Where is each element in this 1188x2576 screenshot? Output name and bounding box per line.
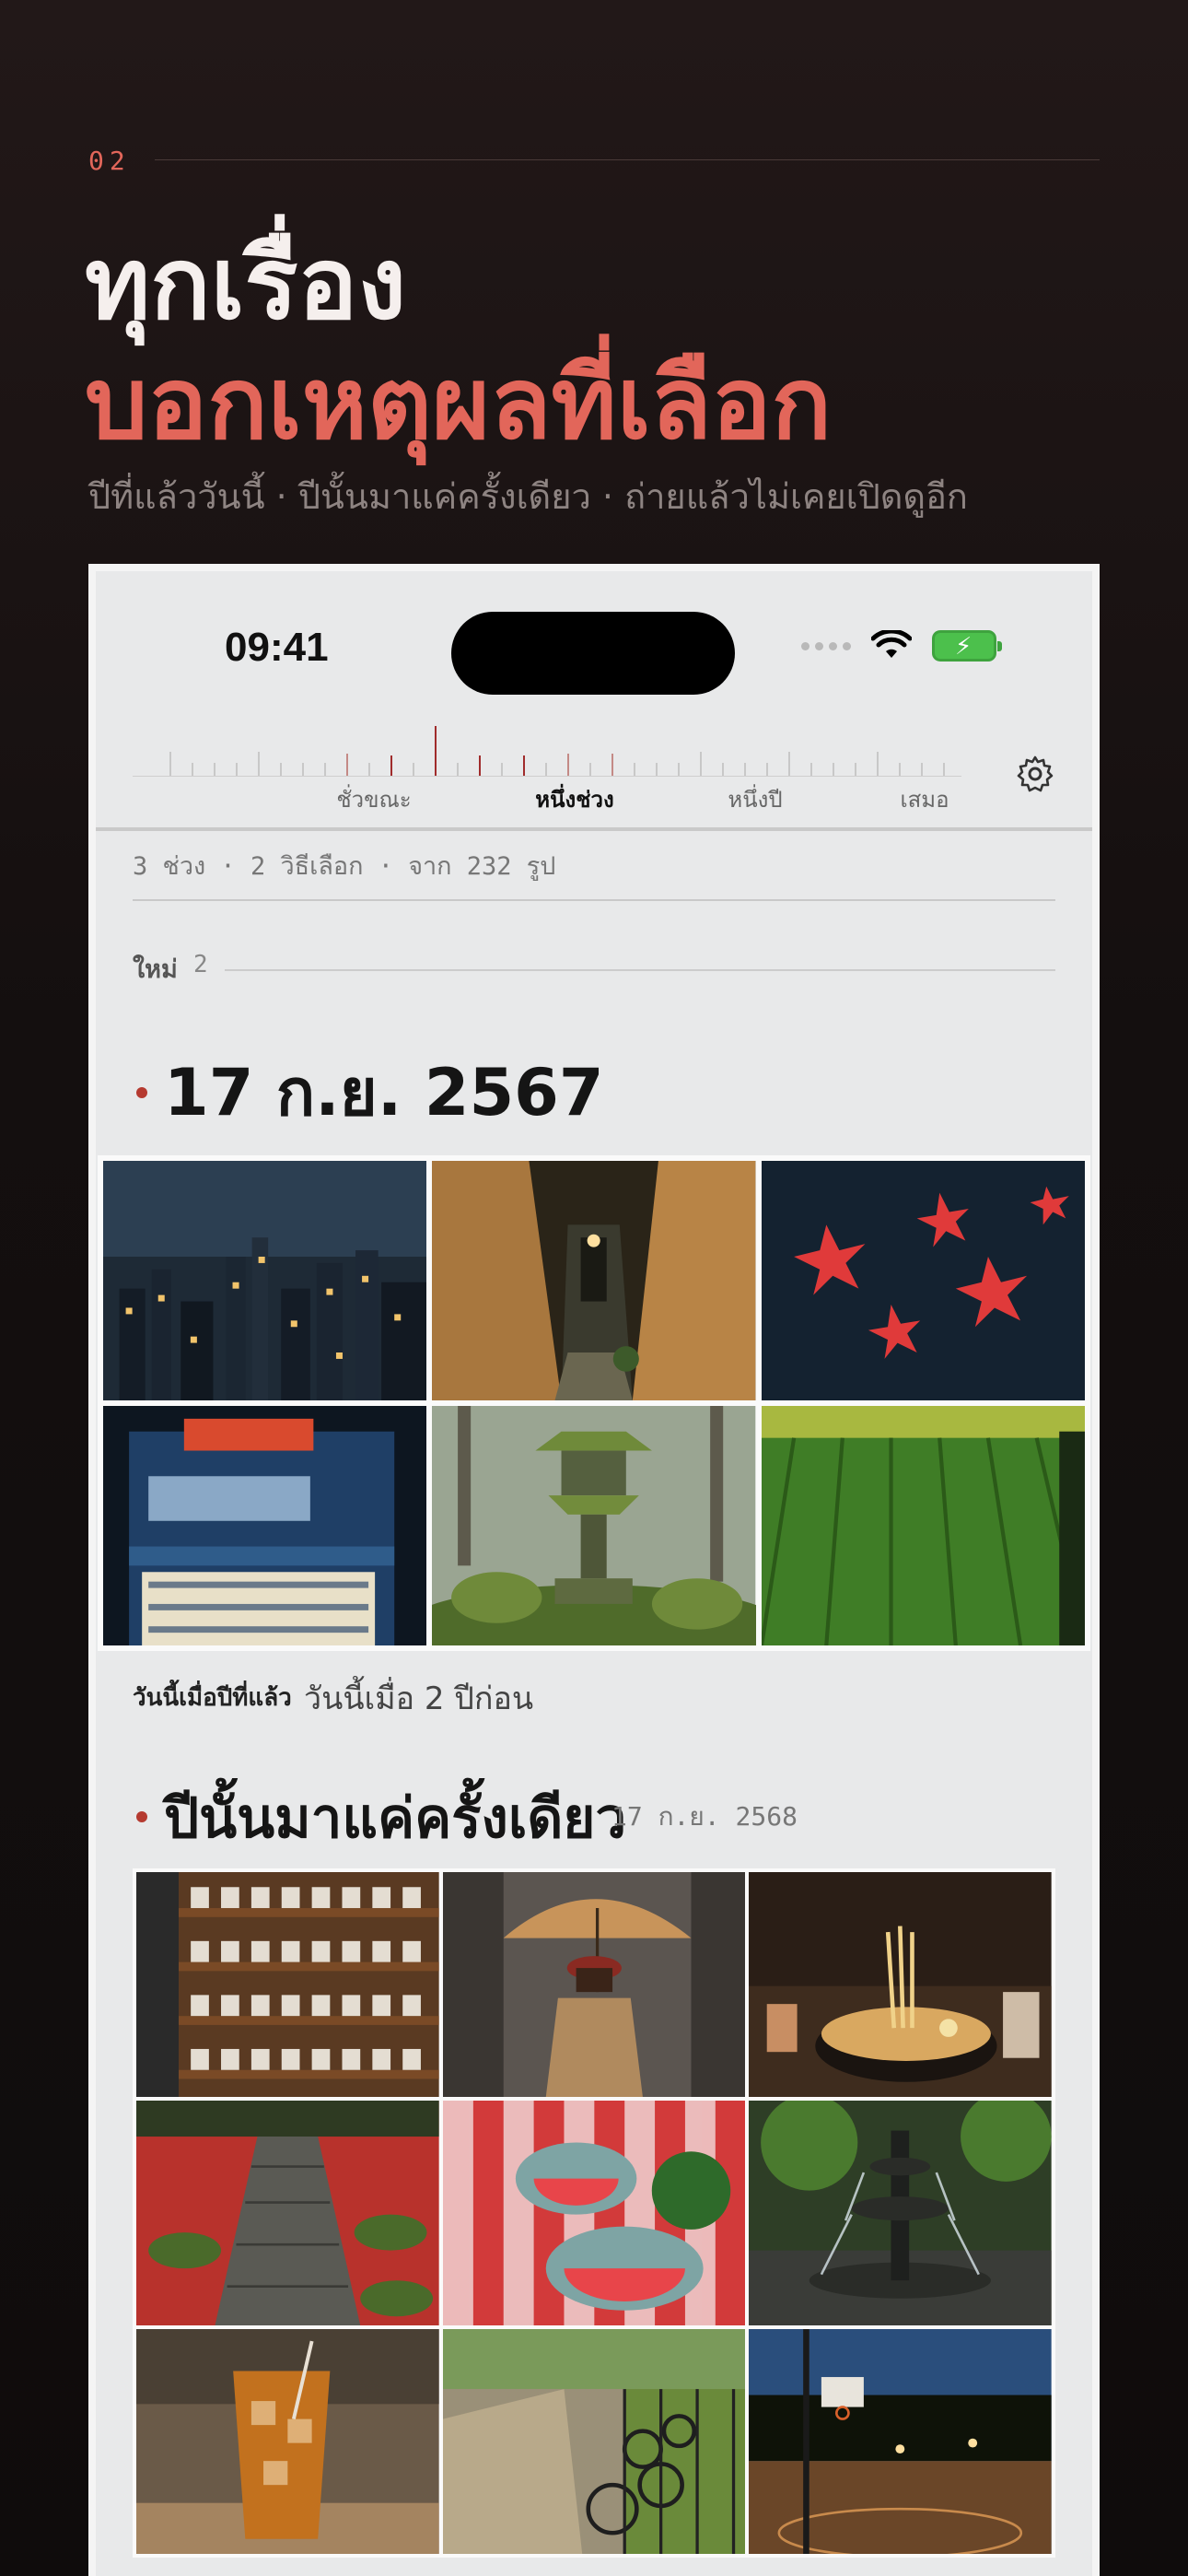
memory-date-title: 17 ก.ย. 2567 xyxy=(164,1055,604,1130)
scale-tick xyxy=(192,763,193,776)
photo-park-fountain[interactable] xyxy=(749,2101,1052,2325)
signal-dots-icon xyxy=(801,641,851,650)
photo-stone-lantern[interactable] xyxy=(432,1406,756,1645)
photo-convenience-store[interactable] xyxy=(103,1406,427,1645)
headline-primary: ทุกเรื่อง xyxy=(85,227,407,342)
headline-subline: ปีที่แล้ววันนี้ · ปีนั้นมาแค่ครั้งเดียว … xyxy=(88,476,968,517)
tab-divider xyxy=(96,827,1092,831)
wifi-icon xyxy=(871,630,912,658)
scale-tick xyxy=(390,755,392,776)
status-time: 09:41 xyxy=(225,625,329,670)
reason-label-small: วันนี้เมื่อปีที่แล้ว xyxy=(133,1684,292,1712)
summary-line: 3 ช่วง · 2 วิธีเลือก · จาก 232 รูป xyxy=(133,852,556,881)
gear-icon[interactable] xyxy=(1015,754,1055,794)
photo-watermelon-picnic[interactable] xyxy=(442,2101,746,2325)
scale-tick xyxy=(567,754,569,776)
memory-section-date: 17 ก.ย. 2568 xyxy=(611,1801,798,1832)
scale-tick xyxy=(634,763,635,776)
photo-narrow-alley[interactable] xyxy=(432,1161,756,1400)
photo-grid-b xyxy=(133,1868,1055,2558)
headline-accent: บอกเหตุผลที่เลือก xyxy=(85,346,833,462)
scale-tick xyxy=(678,763,680,776)
scale-tick xyxy=(501,763,503,776)
new-group-divider xyxy=(225,969,1055,971)
scale-label-always[interactable]: เสมอ xyxy=(900,781,949,817)
scale-tick xyxy=(788,752,790,776)
scale-tick xyxy=(656,763,658,776)
photo-leafy-path[interactable] xyxy=(136,2101,439,2325)
scale-tick xyxy=(214,763,215,776)
scale-tick xyxy=(700,752,702,776)
photo-basketball-court[interactable] xyxy=(749,2329,1052,2554)
photo-grid-a xyxy=(98,1155,1090,1651)
scale-tick xyxy=(258,752,260,776)
section-bullet xyxy=(136,1087,147,1098)
status-icons: ⚡ xyxy=(801,630,1002,662)
scale-tick xyxy=(810,763,812,776)
scale-tick xyxy=(611,754,613,776)
scale-tick xyxy=(523,755,525,776)
photo-noodle-bowl[interactable] xyxy=(749,1872,1052,2097)
scale-tick xyxy=(589,763,591,776)
scale-label-year[interactable]: หนึ่งปี xyxy=(728,781,782,817)
scale-tick xyxy=(302,763,304,776)
reason-label: วันนี้เมื่อ 2 ปีก่อน xyxy=(304,1680,534,1717)
scale-label-period[interactable]: หนึ่งช่วง xyxy=(535,781,613,817)
photo-umbrella-street[interactable] xyxy=(442,1872,746,2097)
scale-tick xyxy=(943,763,945,776)
phone-frame: 09:41 ⚡ ชั่วขณะ หนึ่งช่วง หนึ่งปี เสมอ 3… xyxy=(88,564,1100,2576)
scale-tick xyxy=(368,763,370,776)
battery-charging-icon: ⚡ xyxy=(932,630,1002,662)
scale-tick xyxy=(169,752,171,776)
photo-iced-tea[interactable] xyxy=(136,2329,439,2554)
scale-tick xyxy=(236,763,238,776)
time-scale-labels: ชั่วขณะ หนึ่งช่วง หนึ่งปี เสมอ xyxy=(96,781,1092,818)
scale-label-moment[interactable]: ชั่วขณะ xyxy=(336,781,411,817)
scale-tick xyxy=(766,763,768,776)
section-number: 02 xyxy=(88,146,131,176)
scale-tick xyxy=(545,763,547,776)
scale-tick xyxy=(899,763,901,776)
photo-rice-paddy[interactable] xyxy=(761,1406,1085,1645)
phone-screen: 09:41 ⚡ ชั่วขณะ หนึ่งช่วง หนึ่งปี เสมอ 3… xyxy=(96,571,1092,2576)
photo-night-city[interactable] xyxy=(103,1161,427,1400)
scale-tick xyxy=(479,755,481,776)
scale-tick xyxy=(346,754,348,776)
new-group-count: 2 xyxy=(193,951,208,978)
scale-tick xyxy=(833,763,834,776)
scale-tick xyxy=(324,763,326,776)
scale-tick xyxy=(413,763,414,776)
photo-red-maple[interactable] xyxy=(761,1161,1085,1400)
scale-tick xyxy=(280,763,282,776)
scale-tick xyxy=(877,752,879,776)
new-group-label: ใหม่ xyxy=(133,955,178,984)
scale-tick xyxy=(457,763,459,776)
dynamic-island xyxy=(451,612,735,695)
scale-tick xyxy=(435,726,437,776)
summary-divider xyxy=(133,899,1055,901)
section-bullet xyxy=(136,1811,147,1822)
photo-bicycles-walkway[interactable] xyxy=(442,2329,746,2554)
scale-tick xyxy=(722,763,724,776)
scale-tick xyxy=(855,763,856,776)
scale-tick xyxy=(744,763,746,776)
section-rule xyxy=(155,159,1100,160)
photo-cup-shelves[interactable] xyxy=(136,1872,439,2097)
scale-tick xyxy=(921,763,923,776)
memory-section-title: ปีนั้นมาแค่ครั้งเดียว xyxy=(164,1786,627,1851)
